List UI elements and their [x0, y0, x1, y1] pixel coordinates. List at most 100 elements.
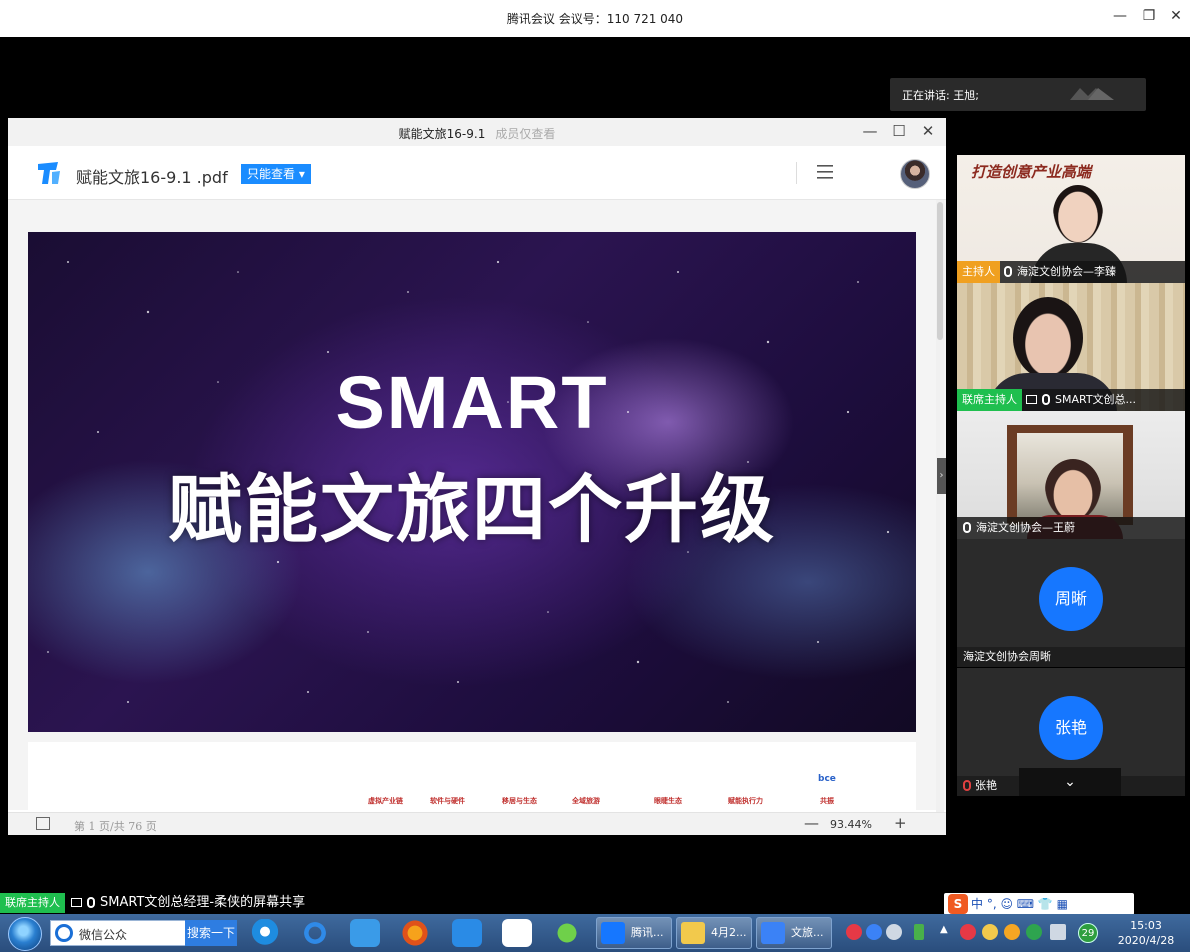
speaking-text: 正在讲话: 王旭;	[902, 89, 979, 102]
pdf-close-button[interactable]: ✕	[917, 122, 939, 140]
cohost-role-tag: 联席主持人	[0, 893, 65, 913]
baidu-netdisk-icon[interactable]	[502, 919, 532, 947]
restore-button[interactable]: ❐	[1139, 8, 1159, 24]
slide-heading-subtitle: 赋能文旅四个升级	[168, 467, 776, 553]
screen-share-icon	[1026, 395, 1037, 404]
ie-icon	[55, 924, 73, 942]
close-button[interactable]: ✕	[1166, 8, 1186, 24]
slide-heading-smart: SMART	[335, 361, 609, 444]
tray-app-icon[interactable]	[960, 924, 976, 940]
pdf-footer: 第 1 页/共 76 页 — 93.44% +	[8, 812, 946, 835]
ime-status: 中 °, ☺ ⌨ 👕 ▦	[971, 897, 1068, 911]
360-browser-icon[interactable]	[552, 919, 582, 947]
page2-brand: bce	[818, 774, 836, 784]
network-icon[interactable]	[1050, 924, 1066, 940]
taskbar-window-folder[interactable]: 4月2...	[676, 917, 752, 949]
meeting-titlebar: 腾讯会议 会议号：110 721 040 — ❐ ✕	[0, 0, 1190, 37]
pdf-viewer-window: 赋能文旅16-9.1 成员仅查看 — ☐ ✕ 赋能文旅16-9.1 .pdf 只能…	[8, 118, 946, 835]
user-avatar[interactable]	[900, 159, 930, 189]
pdf-maximize-button[interactable]: ☐	[888, 122, 910, 140]
folder-icon	[681, 922, 705, 944]
security-shield-icon[interactable]	[1026, 924, 1042, 940]
windows-taskbar: 微信公众 搜索一下 腾讯... 4月2... 文旅... ▲ 29 15:03 …	[0, 914, 1190, 952]
page2-category: 共振	[820, 797, 834, 805]
slide-page-1: SMART 赋能文旅四个升级	[28, 232, 916, 732]
tray-app-icon[interactable]	[886, 924, 902, 940]
page2-category: 虚拟产业链	[368, 797, 403, 805]
notification-badge[interactable]: 29	[1078, 923, 1098, 943]
screen-share-text: SMART文创总经理-柔侠的屏幕共享	[100, 895, 306, 910]
participant-video-face	[1013, 297, 1083, 379]
muted-microphone-icon	[963, 780, 971, 791]
meeting-title: 腾讯会议 会议号：110 721 040	[506, 12, 684, 26]
tencent-meeting-logo-icon	[1070, 88, 1114, 100]
participant-name: SMART文创总...	[1055, 393, 1137, 406]
pdf-window-title: 赋能文旅16-9.1	[398, 127, 486, 141]
search-button[interactable]: 搜索一下	[185, 920, 237, 946]
participant-caption: 海淀文创协会—王蔚	[957, 517, 1185, 539]
slide-page-2-preview: 虚拟产业链 软件与硬件 移居与生态 全域旅游 眼睫生态 赋能执行力 共振 bce	[28, 742, 916, 810]
page2-category: 全域旅游	[572, 797, 600, 805]
battery-icon[interactable]	[914, 924, 924, 940]
qq-browser-icon[interactable]	[250, 919, 280, 947]
participant-name: 海淀文创协会—王蔚	[976, 521, 1075, 534]
app-grid-icon[interactable]	[452, 919, 482, 947]
participant-video-face	[1045, 459, 1101, 521]
participant-tile[interactable]: 海淀文创协会—王蔚	[957, 411, 1185, 539]
participant-avatar: 周晰	[1039, 567, 1103, 631]
zoom-in-button[interactable]: +	[894, 814, 907, 832]
page-thumbnails-icon[interactable]	[36, 817, 50, 830]
page2-category: 软件与硬件	[430, 797, 465, 805]
participant-tile-host[interactable]: 打造创意产业高端 主持人 海淀文创协会—李臻	[957, 155, 1185, 283]
pdf-scrollbar[interactable]	[936, 200, 944, 812]
microphone-icon	[87, 897, 95, 908]
firefox-icon[interactable]	[400, 919, 430, 947]
clock-date: 2020/4/28	[1117, 934, 1175, 947]
start-button[interactable]	[8, 917, 42, 951]
participant-tile-avatar[interactable]: 张艳 张艳 ⌄	[957, 668, 1185, 796]
taskbar-window-document[interactable]: 文旅...	[756, 917, 832, 949]
participant-tile-avatar[interactable]: 周晰 海淀文创协会周晰	[957, 539, 1185, 667]
host-role-tag: 主持人	[957, 261, 1000, 283]
show-hidden-icons-icon[interactable]: ▲	[940, 924, 948, 935]
pdf-window-title-note: 成员仅查看	[495, 127, 556, 141]
ime-toolbar[interactable]: S中 °, ☺ ⌨ 👕 ▦	[944, 893, 1134, 915]
participant-name: 海淀文创协会周晰	[957, 647, 1185, 667]
microphone-icon	[1042, 394, 1050, 405]
participant-tile-cohost[interactable]: 联席主持人 SMART文创总...	[957, 283, 1185, 411]
taskbar-window-tencent-meeting[interactable]: 腾讯...	[596, 917, 672, 949]
page2-category: 移居与生态	[502, 797, 537, 805]
microphone-icon	[1004, 266, 1012, 277]
pdf-scrollbar-thumb[interactable]	[937, 202, 943, 340]
minimize-button[interactable]: —	[1110, 8, 1130, 24]
participant-caption: 主持人 海淀文创协会—李臻	[957, 261, 1185, 283]
screen-share-label: 联席主持人 SMART文创总经理-柔侠的屏幕共享	[0, 893, 306, 913]
participant-video-face	[1053, 185, 1103, 243]
host-background-banner: 打造创意产业高端	[971, 163, 1092, 181]
chevron-down-icon[interactable]: ⌄	[1019, 768, 1121, 796]
page-indicator: 第 1 页/共 76 页	[74, 820, 157, 833]
internet-explorer-icon[interactable]	[300, 919, 330, 947]
search-input[interactable]: 微信公众	[79, 926, 127, 943]
pdf-minimize-button[interactable]: —	[859, 122, 881, 140]
help-tray-icon[interactable]	[866, 924, 882, 940]
taskbar-search[interactable]: 微信公众 搜索一下	[50, 920, 237, 946]
screen-share-icon	[71, 898, 82, 907]
clock-time: 15:03	[1130, 919, 1162, 932]
pdf-header: 赋能文旅16-9.1 .pdf 只能查看 ▾	[8, 146, 946, 200]
participant-caption: 联席主持人 SMART文创总...	[957, 389, 1185, 411]
hamburger-menu-icon[interactable]	[815, 162, 835, 182]
sogou-tray-icon[interactable]	[846, 924, 862, 940]
tray-app-icon[interactable]	[1004, 924, 1020, 940]
participant-name: 张艳	[975, 779, 997, 792]
zoom-out-button[interactable]: —	[804, 814, 819, 832]
pdf-content-area[interactable]: SMART 赋能文旅四个升级 虚拟产业链 软件与硬件 移居与生态 全域旅游 眼睫…	[8, 200, 946, 810]
speaking-indicator: 正在讲话: 王旭;	[890, 78, 1146, 111]
cloud-app-icon[interactable]	[350, 919, 380, 947]
tencent-meeting-icon	[601, 922, 625, 944]
view-only-dropdown[interactable]: 只能查看 ▾	[241, 164, 311, 184]
qq-tray-icon[interactable]	[982, 924, 998, 940]
header-divider	[796, 162, 797, 184]
system-clock[interactable]: 15:03 2020/4/28	[1110, 918, 1182, 948]
collapse-panel-arrow-icon[interactable]: ›	[937, 458, 946, 494]
